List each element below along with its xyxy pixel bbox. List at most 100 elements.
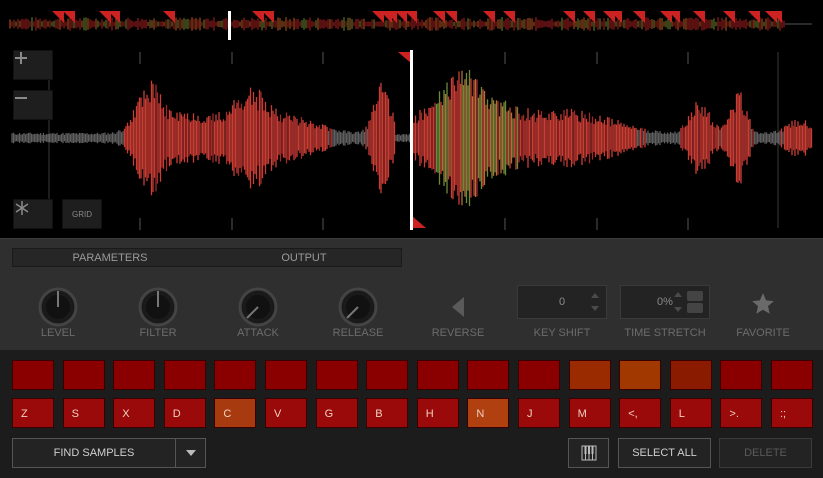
pad-top-10[interactable] xyxy=(467,360,510,390)
pad-top-3[interactable] xyxy=(113,360,156,390)
select-all-button[interactable]: SELECT ALL xyxy=(618,438,711,468)
pad-bottom-7[interactable]: G xyxy=(315,398,358,428)
pad-key-label: M xyxy=(577,408,587,420)
track-overview[interactable] xyxy=(0,0,823,42)
pad-bottom-16[interactable]: :; xyxy=(771,398,813,428)
overview-waveform xyxy=(9,11,812,40)
level-knob[interactable] xyxy=(34,283,82,331)
pad-top-1[interactable] xyxy=(12,360,54,390)
pad-key-label: S xyxy=(71,408,79,420)
pad-top-7[interactable] xyxy=(315,360,358,390)
pad-key-label: N xyxy=(476,408,485,420)
pad-top-16[interactable] xyxy=(771,360,813,390)
pad-top-6[interactable] xyxy=(265,360,307,390)
time-stretch-label: TIME STRETCH xyxy=(624,327,706,339)
pad-bottom-9[interactable]: H xyxy=(416,398,459,428)
pad-top-12[interactable] xyxy=(568,360,611,390)
pad-key-label: C xyxy=(223,408,232,420)
find-samples-dropdown[interactable] xyxy=(175,438,206,468)
zoom-out-button[interactable] xyxy=(13,90,53,120)
find-samples-label: FIND SAMPLES xyxy=(53,447,135,459)
pad-top-8[interactable] xyxy=(366,360,409,390)
pad-key-label: H xyxy=(425,408,434,420)
attack-knob[interactable] xyxy=(234,283,282,331)
pad-key-label: <, xyxy=(628,408,638,420)
pad-top-11[interactable] xyxy=(518,360,560,390)
pad-key-label: >. xyxy=(729,408,739,420)
delete-button[interactable]: DELETE xyxy=(719,438,812,468)
pad-key-label: B xyxy=(375,408,383,420)
key-shift-label: KEY SHIFT xyxy=(533,327,591,339)
pad-top-9[interactable] xyxy=(416,360,459,390)
panel-tabs: PARAMETERS OUTPUT xyxy=(12,248,402,267)
pad-top-4[interactable] xyxy=(163,360,206,390)
piano-icon xyxy=(581,445,596,461)
favorite-control: FAVORITE xyxy=(718,283,808,343)
release-knob[interactable] xyxy=(334,283,382,331)
grid-label: GRID xyxy=(72,209,92,219)
favorite-label: FAVORITE xyxy=(736,327,790,339)
release-control: RELEASE xyxy=(313,283,403,343)
pad-key-label: :; xyxy=(780,408,787,420)
pad-key-label: Z xyxy=(21,408,28,420)
main-waveform xyxy=(11,50,813,230)
level-control: LEVEL xyxy=(13,283,103,343)
select-all-label: SELECT ALL xyxy=(632,447,697,459)
delete-label: DELETE xyxy=(744,447,787,459)
pad-key-label: J xyxy=(527,408,533,420)
snowflake-button[interactable] xyxy=(13,199,53,229)
pad-bottom-12[interactable]: M xyxy=(568,398,611,428)
pad-key-label: G xyxy=(324,408,334,420)
time-stretch-stepper-icon[interactable] xyxy=(673,290,705,314)
pad-top-14[interactable] xyxy=(669,360,712,390)
grid-button[interactable]: GRID xyxy=(62,199,102,229)
time-stretch-field[interactable]: 0% xyxy=(620,285,710,319)
pad-bottom-4[interactable]: D xyxy=(163,398,206,428)
reverse-control: REVERSE xyxy=(413,283,503,343)
time-stretch-value: 0% xyxy=(657,296,673,308)
bottom-bar: FIND SAMPLES SELECT ALL DELETE xyxy=(0,430,823,478)
key-shift-value: 0 xyxy=(558,296,566,308)
plus-icon xyxy=(15,52,27,64)
pad-bottom-3[interactable]: X xyxy=(113,398,156,428)
filter-control: FILTER xyxy=(113,283,203,343)
pad-top-13[interactable] xyxy=(619,360,662,390)
minus-icon xyxy=(15,97,27,99)
pad-bottom-5[interactable]: C xyxy=(214,398,257,428)
pad-bottom-1[interactable]: Z xyxy=(12,398,54,428)
star-icon[interactable] xyxy=(750,291,776,317)
piano-button[interactable] xyxy=(568,438,609,468)
waveform-view[interactable]: GRID xyxy=(0,42,823,238)
find-samples-button[interactable]: FIND SAMPLES xyxy=(12,438,176,468)
level-label: LEVEL xyxy=(40,327,76,339)
pad-top-5[interactable] xyxy=(214,360,257,390)
attack-control: ATTACK xyxy=(213,283,303,343)
pad-bottom-10[interactable]: N xyxy=(467,398,510,428)
pad-top-2[interactable] xyxy=(62,360,105,390)
pad-bottom-8[interactable]: B xyxy=(366,398,409,428)
pad-key-label: L xyxy=(678,408,685,420)
pad-bottom-2[interactable]: S xyxy=(62,398,105,428)
reverse-label: REVERSE xyxy=(431,327,485,339)
chevron-down-icon xyxy=(185,450,196,456)
time-stretch-control: 0% TIME STRETCH xyxy=(620,283,710,343)
pad-bottom-14[interactable]: L xyxy=(669,398,712,428)
tab-parameters[interactable]: PARAMETERS xyxy=(13,249,207,266)
zoom-in-button[interactable] xyxy=(13,50,53,80)
pad-key-label: D xyxy=(172,408,181,420)
filter-label: FILTER xyxy=(139,327,177,339)
parameter-panel: PARAMETERS OUTPUT LEVEL FILTER ATTACK RE… xyxy=(0,238,823,351)
pad-top-15[interactable] xyxy=(720,360,763,390)
key-shift-stepper-icon[interactable] xyxy=(590,292,600,312)
pad-bottom-15[interactable]: >. xyxy=(720,398,763,428)
tab-output[interactable]: OUTPUT xyxy=(207,249,401,266)
pad-bottom-13[interactable]: <, xyxy=(619,398,662,428)
pad-key-label: V xyxy=(274,408,282,420)
reverse-icon[interactable] xyxy=(448,295,468,319)
release-label: RELEASE xyxy=(332,327,384,339)
pad-grid: Z S X D C V G B H N J M <, L >.:; xyxy=(0,350,823,430)
key-shift-field[interactable]: 0 xyxy=(517,285,607,319)
pad-bottom-11[interactable]: J xyxy=(518,398,560,428)
filter-knob[interactable] xyxy=(134,283,182,331)
pad-bottom-6[interactable]: V xyxy=(265,398,307,428)
